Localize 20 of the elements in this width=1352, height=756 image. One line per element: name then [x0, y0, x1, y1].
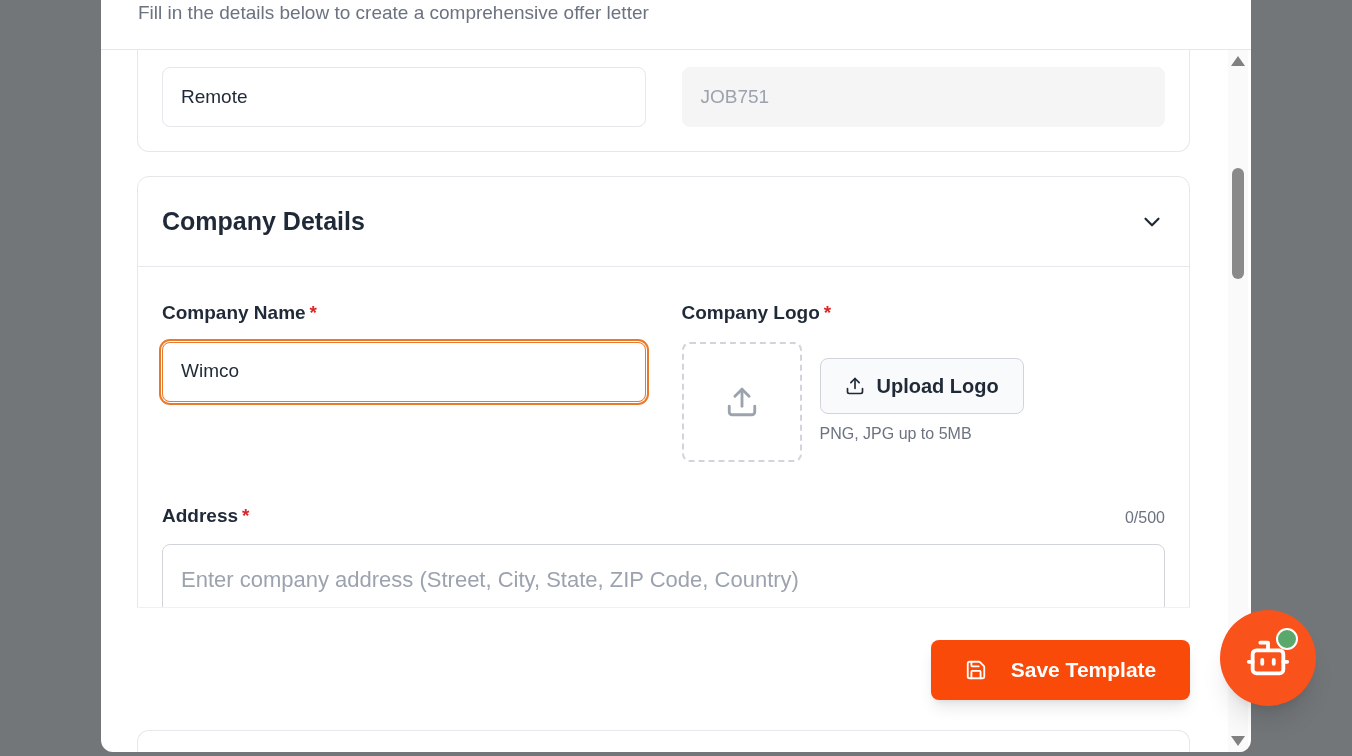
scrollbar[interactable]: [1228, 50, 1248, 752]
section-title: Company Details: [162, 205, 365, 237]
scroll-up-icon[interactable]: [1231, 56, 1245, 66]
input-field[interactable]: Remote: [162, 67, 646, 127]
required-mark: *: [242, 503, 250, 528]
required-mark: *: [823, 301, 832, 325]
save-icon: [964, 659, 987, 681]
modal-subtitle: Fill in the details below to create a comprehensive offer letter: [138, 1, 649, 25]
upload-hint: PNG, JPG up to 5MB: [819, 423, 973, 444]
field-label: Address: [162, 503, 239, 528]
scroll-down-icon[interactable]: [1231, 736, 1245, 746]
upload-logo-button[interactable]: Upload Logo: [819, 357, 1024, 414]
scrollbar-thumb[interactable]: [1232, 168, 1244, 279]
field-label: Company Name: [162, 301, 306, 325]
field-label: Company Logo: [681, 301, 820, 325]
address-field[interactable]: Enter company address (Street, City, State, ZIP Code, Country): [162, 544, 1165, 607]
upload-icon: [844, 375, 865, 396]
input-field[interactable]: Wimco: [162, 341, 646, 402]
required-mark: *: [309, 301, 317, 325]
character-counter: 0/500: [1124, 508, 1165, 528]
